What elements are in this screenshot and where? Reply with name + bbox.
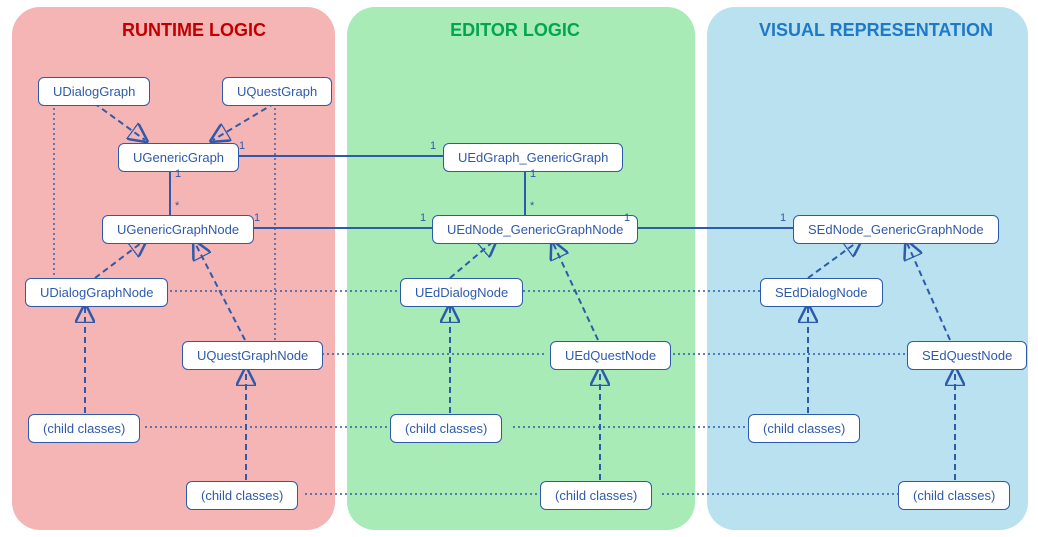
node-ueddialognode: UEdDialogNode [400, 278, 523, 307]
mult-ugraph-bottom: 1 [175, 168, 181, 180]
node-sedquestnode: SEdQuestNode [907, 341, 1027, 370]
node-ugenericgraphnode: UGenericGraphNode [102, 215, 254, 244]
runtime-column-title: RUNTIME LOGIC [120, 20, 268, 41]
editor-column-bg [347, 7, 695, 530]
node-udialoggraphnode: UDialogGraphNode [25, 278, 168, 307]
node-editor-child-left: (child classes) [390, 414, 502, 443]
mult-ugraph-right: 1 [239, 140, 245, 152]
node-uquestgraphnode: UQuestGraphNode [182, 341, 323, 370]
mult-ugenericgraphnode-right: 1 [254, 212, 260, 224]
editor-column-title: EDITOR LOGIC [445, 20, 585, 41]
mult-uedgraph-left: 1 [430, 140, 436, 152]
visual-column-bg [707, 7, 1028, 530]
node-seddialognode: SEdDialogNode [760, 278, 883, 307]
node-uednode-generic: UEdNode_GenericGraphNode [432, 215, 638, 244]
visual-column-title: VISUAL REPRESENTATION [756, 20, 996, 41]
node-uedquestnode: UEdQuestNode [550, 341, 671, 370]
mult-ugraphnode-top: * [175, 200, 179, 212]
node-sednode-generic: SEdNode_GenericGraphNode [793, 215, 999, 244]
node-editor-child-right: (child classes) [540, 481, 652, 510]
mult-uednode-right: 1 [624, 212, 630, 224]
node-udialoggraph: UDialogGraph [38, 77, 150, 106]
node-visual-child-right: (child classes) [898, 481, 1010, 510]
node-runtime-child-left: (child classes) [28, 414, 140, 443]
node-runtime-child-right: (child classes) [186, 481, 298, 510]
architecture-diagram: { "columns": { "runtime": { "title": "RU… [0, 0, 1038, 537]
node-visual-child-left: (child classes) [748, 414, 860, 443]
node-uquestgraph: UQuestGraph [222, 77, 332, 106]
mult-uednode-top: * [530, 200, 534, 212]
mult-uedgraph-bottom: 1 [530, 168, 536, 180]
mult-sednode-left: 1 [780, 212, 786, 224]
mult-uednode-left: 1 [420, 212, 426, 224]
diagram-svg [0, 0, 1038, 537]
